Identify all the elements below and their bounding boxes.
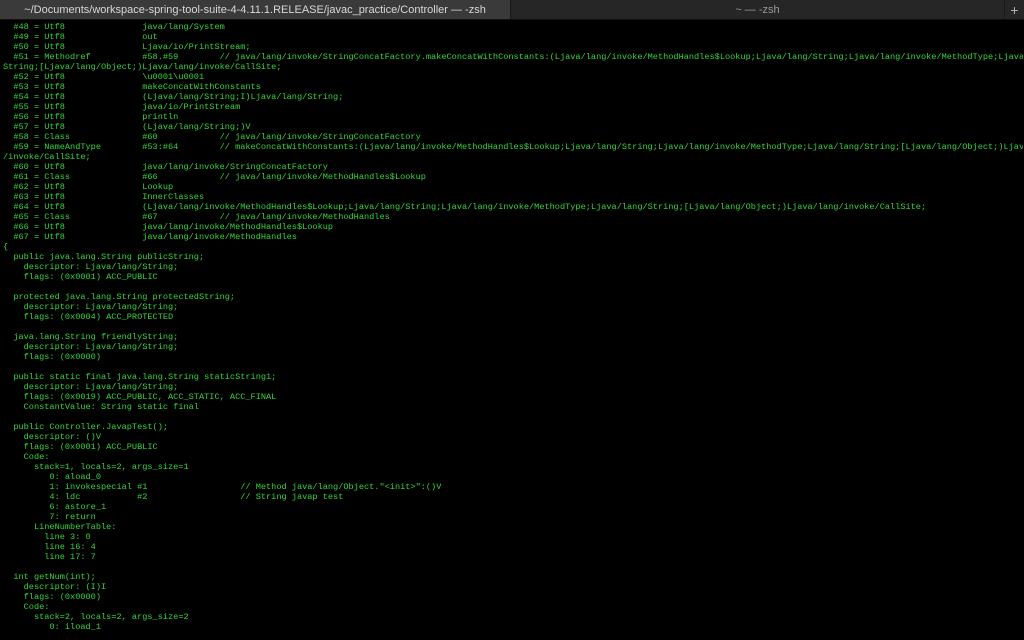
terminal-line: #55 = Utf8 java/io/PrintStream: [3, 102, 241, 112]
terminal-line: line 3: 0: [3, 532, 91, 542]
terminal-line: descriptor: Ljava/lang/String;: [3, 382, 179, 392]
terminal-line: #60 = Utf8 java/lang/invoke/StringConcat…: [3, 162, 328, 172]
terminal-line: #56 = Utf8 println: [3, 112, 179, 122]
terminal-line: descriptor: Ljava/lang/String;: [3, 302, 179, 312]
terminal-line: 0: iload_1: [3, 622, 101, 632]
terminal-line: flags: (0x0000): [3, 592, 101, 602]
terminal-line: java.lang.String friendlyString;: [3, 332, 179, 342]
terminal-line: #59 = NameAndType #53:#64 // makeConcatW…: [3, 142, 1023, 152]
terminal-line: #62 = Utf8 Lookup: [3, 182, 174, 192]
terminal-line: 4: ldc #2 // String javap test: [3, 492, 344, 502]
terminal-line: LineNumberTable:: [3, 522, 117, 532]
terminal-line: stack=2, locals=2, args_size=2: [3, 612, 189, 622]
terminal-line: #61 = Class #66 // java/lang/invoke/Meth…: [3, 172, 426, 182]
terminal-line: #65 = Class #67 // java/lang/invoke/Meth…: [3, 212, 390, 222]
terminal-line: protected java.lang.String protectedStri…: [3, 292, 236, 302]
terminal-line: #49 = Utf8 out: [3, 32, 158, 42]
tab-controller-zsh[interactable]: ~/Documents/workspace-spring-tool-suite-…: [0, 0, 511, 19]
terminal-line: /invoke/CallSite;: [3, 152, 91, 162]
terminal-line: 7: return: [3, 512, 96, 522]
terminal-line: descriptor: Ljava/lang/String;: [3, 262, 179, 272]
terminal-line: line 17: 7: [3, 552, 96, 562]
terminal-line: flags: (0x0004) ACC_PROTECTED: [3, 312, 174, 322]
terminal-line: 6: astore_1: [3, 502, 107, 512]
terminal-output[interactable]: #48 = Utf8 java/lang/System #49 = Utf8 o…: [0, 20, 1024, 640]
terminal-line: descriptor: (I)I: [3, 582, 107, 592]
tab-home-zsh[interactable]: ~ — -zsh: [511, 0, 1004, 19]
tab-bar: ~/Documents/workspace-spring-tool-suite-…: [0, 0, 1024, 20]
terminal-line: public Controller.JavapTest();: [3, 422, 169, 432]
terminal-line: Code:: [3, 452, 50, 462]
terminal-line: #63 = Utf8 InnerClasses: [3, 192, 205, 202]
terminal-line: ConstantValue: String static final: [3, 402, 199, 412]
terminal-line: #52 = Utf8 \u0001\u0001: [3, 72, 205, 82]
terminal-line: #57 = Utf8 (Ljava/lang/String;)V: [3, 122, 251, 132]
terminal-line: flags: (0x0001) ACC_PUBLIC: [3, 272, 158, 282]
terminal-line: descriptor: ()V: [3, 432, 101, 442]
terminal-line: #66 = Utf8 java/lang/invoke/MethodHandle…: [3, 222, 334, 232]
terminal-line: #50 = Utf8 Ljava/io/PrintStream;: [3, 42, 251, 52]
terminal-line: String;[Ljava/lang/Object;)Ljava/lang/in…: [3, 62, 282, 72]
terminal-line: #64 = Utf8 (Ljava/lang/invoke/MethodHand…: [3, 202, 927, 212]
terminal-line: line 16: 4: [3, 542, 96, 552]
terminal-line: #58 = Class #60 // java/lang/invoke/Stri…: [3, 132, 421, 142]
terminal-window: ~/Documents/workspace-spring-tool-suite-…: [0, 0, 1024, 640]
terminal-line: #53 = Utf8 makeConcatWithConstants: [3, 82, 261, 92]
terminal-line: Code:: [3, 602, 50, 612]
terminal-line: public java.lang.String publicString;: [3, 252, 205, 262]
terminal-line: flags: (0x0001) ACC_PUBLIC: [3, 442, 158, 452]
terminal-line: #54 = Utf8 (Ljava/lang/String;I)Ljava/la…: [3, 92, 344, 102]
terminal-line: flags: (0x0000): [3, 352, 101, 362]
terminal-line: flags: (0x0019) ACC_PUBLIC, ACC_STATIC, …: [3, 392, 277, 402]
terminal-line: #67 = Utf8 java/lang/invoke/MethodHandle…: [3, 232, 297, 242]
terminal-line: stack=1, locals=2, args_size=1: [3, 462, 189, 472]
terminal-line: public static final java.lang.String sta…: [3, 372, 277, 382]
terminal-line: 1: invokespecial #1 // Method java/lang/…: [3, 482, 442, 492]
terminal-line: #48 = Utf8 java/lang/System: [3, 22, 225, 32]
terminal-line: int getNum(int);: [3, 572, 96, 582]
new-tab-button[interactable]: +: [1004, 0, 1024, 19]
terminal-line: 0: aload_0: [3, 472, 101, 482]
terminal-line: {: [3, 242, 9, 252]
terminal-line: descriptor: Ljava/lang/String;: [3, 342, 179, 352]
terminal-line: #51 = Methodref #58.#59 // java/lang/inv…: [3, 52, 1023, 62]
